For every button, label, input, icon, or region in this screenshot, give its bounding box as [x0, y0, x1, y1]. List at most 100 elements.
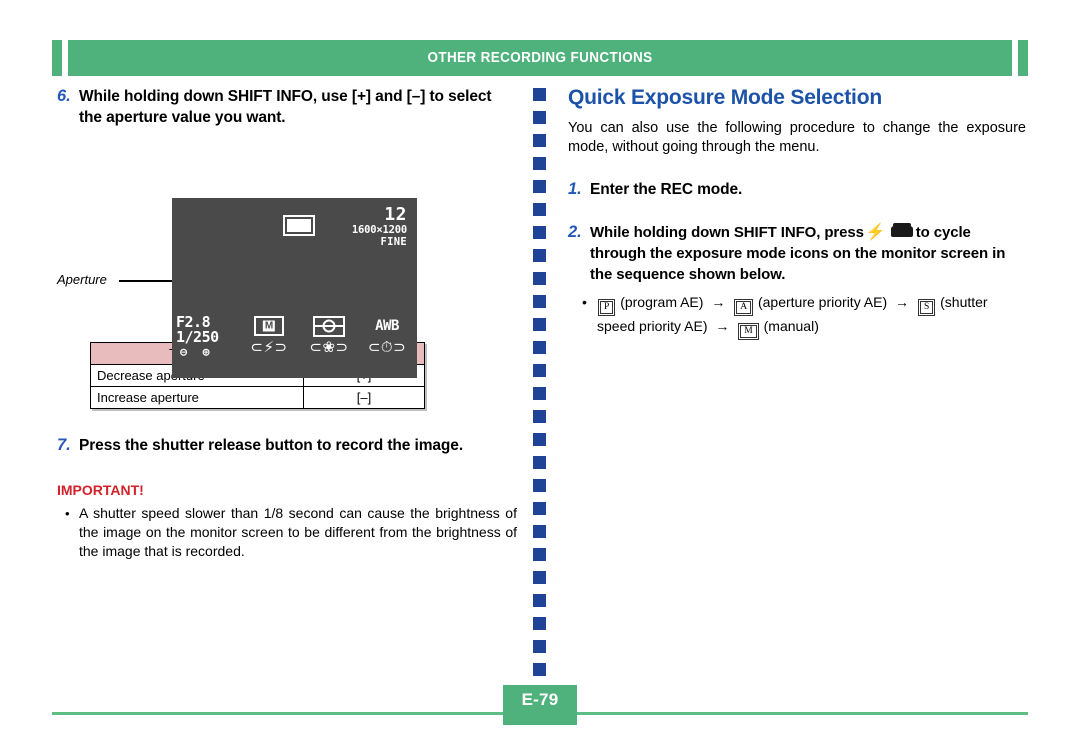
step-7: 7. Press the shutter release button to r… — [57, 435, 517, 456]
lcd-top-row: 12 1600×1200 FINE — [172, 206, 407, 252]
mode-sequence-body: P (program AE) → A (aperture priority AE… — [597, 292, 1026, 340]
divider-dot — [533, 433, 546, 446]
list-item: • P (program AE) → A (aperture priority … — [582, 292, 1026, 340]
macro-mode-icon: ⊂❀⊃ — [309, 337, 349, 356]
divider-dot — [533, 341, 546, 354]
divider-dot — [533, 640, 546, 653]
list-item: • A shutter speed slower than 1/8 second… — [65, 504, 517, 561]
aperture-callout-line — [119, 280, 175, 282]
lcd-wb-cell: AWB ⊂⏱⊃ — [356, 315, 418, 357]
divider-dot — [533, 410, 546, 423]
header-right-cap — [1018, 40, 1028, 76]
lcd-focus-cell: ⊂❀⊃ — [298, 315, 360, 357]
sequence-arrow: → — [895, 294, 910, 310]
step-1-text: Enter the REC mode. — [590, 181, 743, 198]
metering-mode-icon: M — [238, 315, 300, 337]
divider-dot — [533, 571, 546, 584]
lcd-metering-cell: M ⊂⚡⊃ — [238, 315, 300, 357]
ev-adjust-icons: ⊖ ⊕ — [180, 345, 214, 359]
header-left-cap — [52, 40, 62, 76]
step-6-text: While holding down SHIFT INFO, use [+] a… — [79, 88, 492, 126]
divider-dot — [533, 456, 546, 469]
page-number-badge: E-79 — [503, 685, 577, 715]
step-2-text: While holding down SHIFT INFO, press ⚡ to … — [590, 222, 1026, 285]
divider-dot — [533, 387, 546, 400]
program-ae-icon: P — [598, 299, 616, 316]
divider-dot — [533, 617, 546, 630]
divider-dot — [533, 88, 546, 101]
table-cell-button: [–] — [303, 386, 425, 409]
divider-dot — [533, 157, 546, 170]
shutter-speed-value: 1/250 — [176, 328, 219, 346]
quality-value: FINE — [380, 236, 407, 248]
important-note-text: A shutter speed slower than 1/8 second c… — [79, 505, 517, 559]
right-column: Quick Exposure Mode Selection You can al… — [568, 86, 1026, 340]
shot-count: 12 — [384, 204, 407, 225]
important-heading: IMPORTANT! — [57, 482, 144, 498]
divider-dot — [533, 180, 546, 193]
header-title-bar: OTHER RECORDING FUNCTIONS — [68, 40, 1012, 76]
step-1-number: 1. — [568, 180, 582, 198]
lcd-screen: 12 1600×1200 FINE F2.8 1/250 ⊖ ⊕ M ⊂⚡⊃ ⊂… — [172, 198, 417, 378]
step-2-text-before: While holding down SHIFT INFO, press — [590, 224, 864, 241]
manual-mode-icon: M — [738, 323, 759, 340]
bullet-marker: • — [582, 294, 587, 310]
left-column: 6. While holding down SHIFT INFO, use [+… — [57, 86, 517, 561]
step-2: 2. While holding down SHIFT INFO, press ⚡… — [568, 222, 1026, 285]
page-number-badge-tail — [503, 715, 577, 725]
resolution-value: 1600×1200 — [351, 224, 407, 236]
page-title: OTHER RECORDING FUNCTIONS — [427, 50, 653, 66]
bullet-marker: • — [65, 506, 70, 521]
table-cell-action: Increase aperture — [90, 386, 304, 409]
lcd-bottom-row: F2.8 1/250 ⊖ ⊕ M ⊂⚡⊃ ⊂❀⊃ AWB ⊂⏱⊃ — [172, 315, 417, 373]
divider-dot — [533, 203, 546, 216]
divider-dot — [533, 479, 546, 492]
section-title: Quick Exposure Mode Selection — [568, 86, 882, 109]
divider-dot — [533, 111, 546, 124]
step-6: 6. While holding down SHIFT INFO, use [+… — [57, 86, 517, 128]
divider-dot — [533, 594, 546, 607]
aperture-callout-label: Aperture — [57, 272, 107, 287]
section-intro-text: You can also use the following procedure… — [568, 120, 1026, 155]
column-divider — [533, 88, 546, 676]
important-bullet-list: • A shutter speed slower than 1/8 second… — [57, 504, 517, 561]
divider-dot — [533, 249, 546, 262]
flash-mode-icon: ⊂⚡⊃ — [250, 337, 288, 356]
flash-icon: ⚡ — [865, 224, 886, 241]
aperture-priority-label: (aperture priority AE) — [757, 294, 888, 310]
step-7-text: Press the shutter release button to reco… — [79, 437, 464, 454]
divider-dot — [533, 525, 546, 538]
shutter-priority-icon: S — [917, 299, 936, 316]
metering-letter: M — [262, 320, 276, 332]
divider-dot — [533, 502, 546, 515]
divider-dot — [533, 548, 546, 561]
mode-sequence-note: • P (program AE) → A (aperture priority … — [568, 292, 1026, 340]
self-timer-icon: ⊂⏱⊃ — [367, 337, 407, 356]
af-area-icon — [298, 315, 360, 337]
divider-dot — [533, 295, 546, 308]
divider-dot — [533, 663, 546, 676]
white-balance-value: AWB — [375, 318, 399, 334]
table-row: Increase aperture [–] — [90, 386, 425, 409]
program-ae-label: (program AE) — [620, 294, 704, 310]
aperture-priority-icon: A — [734, 299, 754, 316]
lcd-capacity-block: 12 1600×1200 FINE — [351, 204, 407, 249]
lcd-illustration: Aperture 12 1600×1200 FINE F2.8 1/250 ⊖ … — [57, 141, 517, 378]
divider-dot — [533, 134, 546, 147]
sequence-arrow: → — [715, 318, 730, 334]
divider-dot — [533, 226, 546, 239]
divider-dot — [533, 272, 546, 285]
step-2-number: 2. — [568, 223, 582, 241]
single-shot-icon — [283, 215, 315, 236]
manual-mode-label: (manual) — [763, 318, 819, 334]
lcd-exposure-block: F2.8 1/250 ⊖ ⊕ — [176, 315, 219, 360]
page-header-banner: OTHER RECORDING FUNCTIONS — [52, 40, 1028, 76]
white-balance-icon: AWB — [356, 315, 418, 337]
step-6-number: 6. — [57, 87, 71, 105]
sequence-arrow: → — [711, 294, 726, 310]
divider-dot — [533, 364, 546, 377]
step-1: 1. Enter the REC mode. — [568, 179, 1026, 200]
divider-dot — [533, 318, 546, 331]
step-7-number: 7. — [57, 436, 71, 454]
mode-button-icon — [890, 223, 913, 237]
